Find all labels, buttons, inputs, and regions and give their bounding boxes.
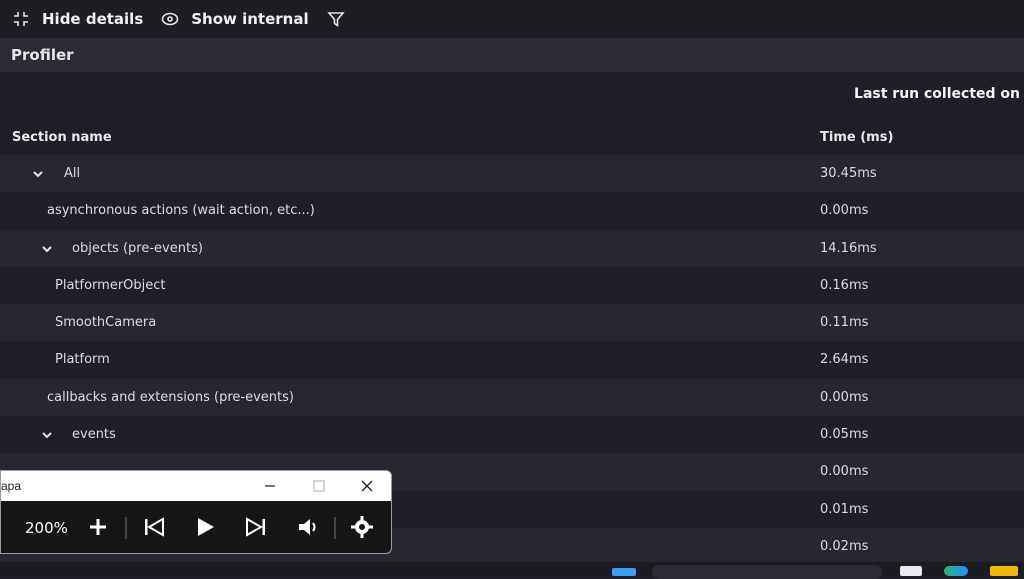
row-time: 0.00ms [820,203,869,219]
player-window: apa 200% [0,470,392,554]
row-name: Platform [55,352,110,368]
table-row[interactable]: SmoothCamera 0.11ms [0,304,1024,342]
start-icon[interactable] [612,568,636,576]
filter-button[interactable] [326,10,345,28]
divider [334,517,336,539]
row-time: 30.45ms [820,166,877,181]
close-icon[interactable] [358,477,376,495]
gear-icon[interactable] [350,515,374,539]
volume-icon[interactable] [296,515,320,539]
profiler-header: Profiler [0,38,1024,72]
play-icon[interactable] [193,515,217,539]
filter-icon [326,12,345,27]
minimize-icon[interactable] [261,477,279,495]
show-internal-label: Show internal [191,10,309,28]
hide-details-label: Hide details [42,10,144,28]
row-time: 2.64ms [820,352,869,368]
player-title: apa [1,479,22,493]
hide-details-button[interactable]: Hide details [12,10,143,28]
skip-forward-icon[interactable] [244,515,268,539]
profiler-title: Profiler [11,46,74,64]
player-controls: 200% [1,501,391,553]
row-name: events [72,427,116,443]
zoom-level[interactable]: 200% [25,519,68,537]
section-name-header[interactable]: Section name [12,130,112,145]
row-time: 0.01ms [820,501,869,517]
taskbar-search[interactable] [652,565,882,579]
collapse-icon [14,12,28,26]
row-name: SmoothCamera [55,315,157,331]
table-row[interactable]: callbacks and extensions (pre-events) 0.… [0,378,1024,417]
row-name: objects (pre-events) [72,240,203,256]
row-time: 0.05ms [820,427,869,443]
last-run-text: Last run collected on [854,86,1020,102]
row-time: 0.02ms [820,538,869,554]
row-time: 0.16ms [820,277,869,293]
eye-icon [161,12,179,26]
row-time: 0.11ms [820,315,869,331]
time-header[interactable]: Time (ms) [820,130,893,145]
row-time: 14.16ms [820,240,877,256]
plus-icon[interactable] [86,515,110,539]
table-row[interactable]: PlatformerObject 0.16ms [0,267,1024,304]
row-name: asynchronous actions (wait action, etc..… [47,203,315,219]
table-row[interactable]: Platform 2.64ms [0,341,1024,378]
profiler-toolbar: Hide details Show internal [0,0,1024,38]
table-header: Section name Time (ms) [0,120,1024,155]
table-row[interactable]: events 0.05ms [0,416,1024,453]
show-internal-button[interactable]: Show internal [161,10,309,28]
chevron-down-icon[interactable] [41,429,53,441]
skip-back-icon[interactable] [142,515,166,539]
row-name: All [64,166,81,181]
app-icon[interactable] [900,566,922,576]
chevron-down-icon[interactable] [41,243,53,255]
row-time: 0.00ms [820,389,869,405]
row-name: PlatformerObject [55,277,166,293]
table-row[interactable]: objects (pre-events) 14.16ms [0,229,1024,267]
player-titlebar[interactable]: apa [1,471,391,501]
maximize-icon[interactable] [310,477,328,495]
divider [125,517,127,539]
browser-icon[interactable] [944,566,968,576]
folder-icon[interactable] [990,566,1018,576]
row-time: 0.00ms [820,464,869,480]
row-name: callbacks and extensions (pre-events) [47,389,294,405]
table-row[interactable]: asynchronous actions (wait action, etc..… [0,192,1024,229]
chevron-down-icon[interactable] [32,168,44,180]
table-row[interactable]: All 30.45ms [0,155,1024,193]
